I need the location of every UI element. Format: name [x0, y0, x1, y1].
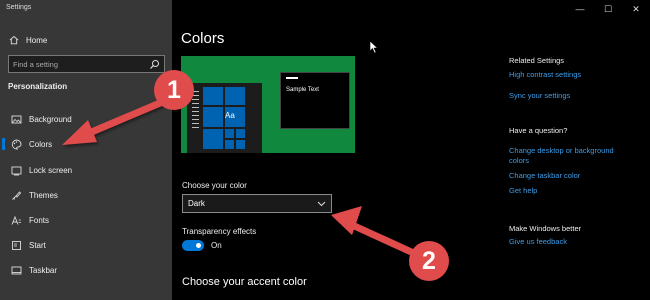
annotation-badge-1: 1: [154, 70, 194, 110]
minimize-button[interactable]: —: [566, 0, 594, 18]
accent-color-heading: Choose your accent color: [182, 276, 307, 288]
sidebar: Settings Home Personalization Background…: [0, 0, 172, 300]
lock-screen-icon: [10, 164, 22, 176]
taskbar-icon: [10, 264, 22, 276]
sidebar-item-label: Themes: [29, 190, 58, 200]
link-change-desktop-colors[interactable]: Change desktop or background colors: [509, 146, 634, 166]
nav-home-label: Home: [26, 35, 48, 45]
annotation-badge-2: 2: [409, 241, 449, 281]
dropdown-value: Dark: [188, 199, 205, 208]
chevron-down-icon: [317, 201, 326, 207]
sidebar-item-label: Fonts: [29, 215, 50, 225]
question-heading: Have a question?: [509, 126, 568, 135]
link-get-help[interactable]: Get help: [509, 186, 634, 196]
transparency-label: Transparency effects: [182, 227, 257, 236]
window-controls: — ☐ ✕: [566, 0, 650, 18]
sidebar-item-taskbar[interactable]: Taskbar: [0, 260, 172, 280]
link-high-contrast[interactable]: High contrast settings: [509, 70, 634, 80]
related-settings-heading: Related Settings: [509, 56, 565, 65]
page-title: Colors: [181, 30, 225, 47]
transparency-toggle[interactable]: [182, 240, 204, 251]
make-windows-better-heading: Make Windows better: [509, 224, 582, 233]
search-icon[interactable]: [149, 59, 160, 70]
sidebar-item-label: Start: [29, 240, 46, 250]
palette-icon: [10, 138, 22, 150]
sidebar-item-label: Background: [29, 114, 72, 124]
nav-home[interactable]: Home: [8, 33, 47, 47]
choose-color-dropdown[interactable]: Dark: [182, 194, 332, 213]
sidebar-item-colors[interactable]: Colors: [0, 134, 172, 154]
start-icon: [10, 239, 22, 251]
window-title: Settings: [6, 4, 32, 11]
arrow-2-shaft: [346, 220, 422, 259]
toggle-knob: [196, 243, 201, 248]
link-sync-settings[interactable]: Sync your settings: [509, 91, 634, 101]
preview-window: Sample Text: [280, 72, 350, 129]
link-change-taskbar-color[interactable]: Change taskbar color: [509, 171, 634, 181]
search-box[interactable]: [8, 55, 165, 73]
home-icon: [8, 34, 20, 46]
close-button[interactable]: ✕: [622, 0, 650, 18]
section-personalization: Personalization: [8, 82, 68, 91]
color-preview: Aa Sample Text: [181, 56, 355, 153]
preview-sample-text: Sample Text: [286, 87, 319, 93]
sidebar-item-background[interactable]: Background: [0, 109, 172, 129]
maximize-button[interactable]: ☐: [594, 0, 622, 18]
sidebar-item-start[interactable]: Start: [0, 235, 172, 255]
themes-icon: [10, 189, 22, 201]
transparency-state: On: [211, 241, 222, 250]
preview-tile-text: Aa: [225, 111, 235, 120]
sidebar-item-lock-screen[interactable]: Lock screen: [0, 160, 172, 180]
sidebar-item-fonts[interactable]: Fonts: [0, 210, 172, 230]
sidebar-item-label: Lock screen: [29, 165, 73, 175]
search-input[interactable]: [13, 58, 143, 70]
sidebar-item-themes[interactable]: Themes: [0, 185, 172, 205]
sidebar-item-label: Colors: [29, 139, 53, 149]
fonts-icon: [10, 214, 22, 226]
image-icon: [10, 113, 22, 125]
choose-color-label: Choose your color: [182, 181, 247, 190]
link-give-feedback[interactable]: Give us feedback: [509, 237, 634, 247]
arrow-2-head: [331, 206, 362, 235]
mouse-cursor-icon: [369, 40, 379, 54]
sidebar-item-label: Taskbar: [29, 265, 58, 275]
